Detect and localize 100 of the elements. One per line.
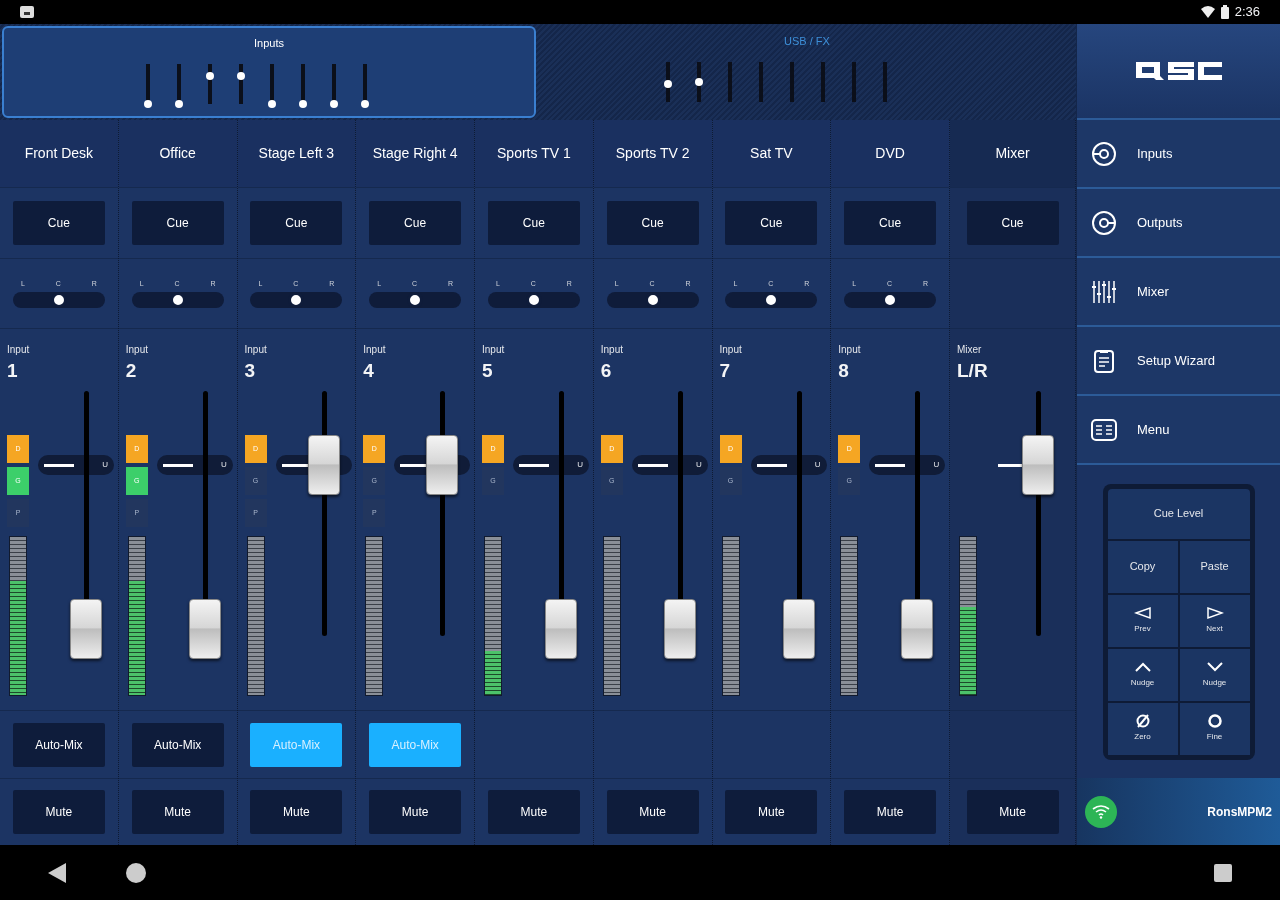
- channel-type: Input: [125, 345, 148, 355]
- unity-label: U: [695, 459, 702, 471]
- sidebar-item[interactable]: Menu: [1077, 394, 1280, 463]
- sidebar-item[interactable]: Inputs: [1077, 118, 1280, 187]
- cue-level-button[interactable]: Cue Level: [1107, 488, 1250, 539]
- pan-slider[interactable]: [487, 291, 580, 308]
- unity-line: [162, 463, 193, 467]
- channel-type: Input: [482, 345, 505, 355]
- wifi-icon: [1200, 6, 1215, 18]
- mute-button[interactable]: Mute: [487, 790, 580, 834]
- channel-name: Sat TV: [750, 144, 793, 163]
- mini-fader: [851, 62, 856, 102]
- left-triangle-icon: [1133, 606, 1152, 620]
- fader-thumb[interactable]: [1022, 434, 1054, 495]
- mini-fader: [882, 62, 887, 102]
- panel-button[interactable]: Copy: [1107, 540, 1178, 593]
- fader-thumb[interactable]: [188, 598, 221, 659]
- fader-thumb[interactable]: [901, 598, 934, 659]
- cue-button[interactable]: Cue: [131, 201, 224, 245]
- channel-number: 3: [244, 361, 257, 380]
- sidebar-item-label: Mixer: [1137, 282, 1169, 301]
- mini-fader: [789, 62, 794, 102]
- panel-button[interactable]: Nudge: [1107, 648, 1178, 701]
- unity-label: U: [102, 459, 108, 471]
- channel-number: 5: [482, 361, 494, 380]
- battery-icon: [1220, 5, 1229, 19]
- mute-button[interactable]: Mute: [725, 790, 818, 834]
- cue-button[interactable]: Cue: [369, 201, 462, 245]
- logo-icon: [1133, 60, 1224, 82]
- mute-button[interactable]: Mute: [250, 790, 343, 834]
- cue-button[interactable]: Cue: [606, 201, 699, 245]
- panel-button[interactable]: Prev: [1107, 594, 1178, 647]
- pan-slider[interactable]: [131, 291, 224, 308]
- cue-button[interactable]: Cue: [966, 201, 1059, 245]
- fader-thumb[interactable]: [663, 598, 696, 659]
- overview-tab[interactable]: USB / FX: [540, 26, 1074, 118]
- pan-slider[interactable]: [369, 291, 462, 308]
- cue-button[interactable]: Cue: [12, 201, 105, 245]
- auto-mix-button[interactable]: Auto-Mix: [12, 722, 105, 767]
- mini-fader: [727, 62, 732, 102]
- channel-number: 8: [838, 361, 850, 380]
- sidebar-item-label: Setup Wizard: [1137, 351, 1216, 370]
- sidebar-item-label: Outputs: [1137, 213, 1183, 232]
- channel-name: Stage Right 4: [372, 144, 458, 163]
- channel-type: Input: [363, 345, 386, 355]
- unity-label: U: [814, 459, 821, 471]
- panel-button[interactable]: Next: [1179, 594, 1250, 647]
- unity-label: U: [220, 459, 227, 471]
- unity-line: [756, 463, 787, 467]
- panel-button[interactable]: Zero: [1107, 702, 1178, 755]
- pan-slider[interactable]: [844, 291, 937, 308]
- sidebar-item-label: Menu: [1137, 420, 1170, 439]
- channel-type: Input: [244, 345, 267, 355]
- panel-button[interactable]: Paste: [1179, 540, 1250, 593]
- panel-button[interactable]: Fine: [1179, 702, 1250, 755]
- fader-thumb[interactable]: [70, 598, 102, 659]
- auto-mix-button[interactable]: Auto-Mix: [131, 722, 224, 767]
- unity-line: [519, 463, 549, 467]
- overview-tab[interactable]: Inputs: [2, 26, 536, 118]
- fader-thumb[interactable]: [426, 434, 459, 495]
- channel-name: Sports TV 2: [615, 144, 690, 163]
- cue-button[interactable]: Cue: [250, 201, 343, 245]
- channel-number: 2: [125, 361, 138, 380]
- mini-fader: [758, 62, 763, 102]
- chevron-up-icon: [1133, 660, 1152, 674]
- output-jack-icon: [1091, 209, 1117, 236]
- mute-button[interactable]: Mute: [131, 790, 224, 834]
- mixer-sliders-icon: [1091, 278, 1117, 305]
- cue-button[interactable]: Cue: [844, 201, 937, 245]
- pan-slider[interactable]: [250, 291, 343, 308]
- pan-slider[interactable]: [12, 291, 105, 308]
- sidebar-item[interactable]: Setup Wizard: [1077, 325, 1280, 394]
- sidebar-item[interactable]: Mixer: [1077, 256, 1280, 325]
- unity-line: [44, 463, 74, 467]
- back-icon[interactable]: [48, 862, 66, 883]
- panel-button[interactable]: Nudge: [1179, 648, 1250, 701]
- cue-button[interactable]: Cue: [725, 201, 818, 245]
- channel-name: Office: [159, 144, 196, 163]
- sidebar-item[interactable]: Outputs: [1077, 187, 1280, 256]
- mute-button[interactable]: Mute: [12, 790, 105, 834]
- fader-thumb[interactable]: [307, 434, 340, 495]
- mute-button[interactable]: Mute: [966, 790, 1059, 834]
- menu-icon: [1091, 416, 1117, 443]
- channel-type: Input: [719, 345, 742, 355]
- mute-button[interactable]: Mute: [606, 790, 699, 834]
- pan-slider[interactable]: [606, 291, 699, 308]
- mute-button[interactable]: Mute: [844, 790, 937, 834]
- overview-icon[interactable]: [1214, 863, 1232, 882]
- pan-slider[interactable]: [725, 291, 818, 308]
- channel-type: Input: [838, 345, 861, 355]
- cue-button[interactable]: Cue: [487, 201, 580, 245]
- notification-icon: [20, 6, 34, 18]
- mute-button[interactable]: Mute: [369, 790, 462, 834]
- fader-thumb[interactable]: [545, 598, 577, 659]
- unity-label: U: [933, 459, 940, 471]
- channel-type: Input: [7, 345, 30, 355]
- home-icon[interactable]: [126, 862, 146, 883]
- fader-thumb[interactable]: [782, 598, 815, 659]
- unity-line: [637, 463, 668, 467]
- channel-number: 7: [719, 361, 732, 380]
